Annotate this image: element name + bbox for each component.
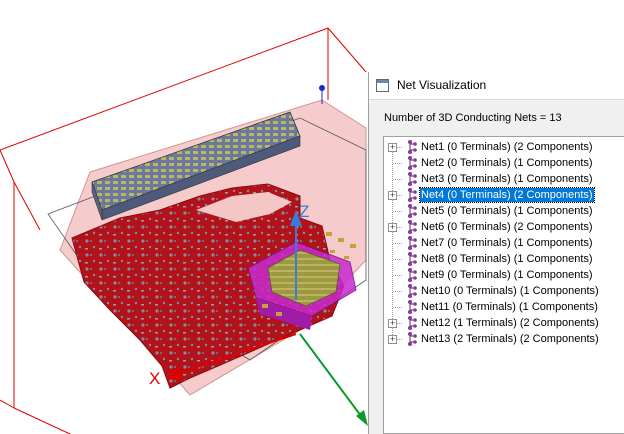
net-label: Net1 (0 Terminals) (2 Components) <box>421 141 593 153</box>
net-tree-icon <box>408 156 417 170</box>
net-tree-icon <box>408 252 417 266</box>
expand-icon[interactable]: + <box>388 143 397 152</box>
tree-item-net4[interactable]: + Net4 (0 Terminals) (2 Components) <box>384 187 624 203</box>
window-icon <box>376 79 389 92</box>
expand-icon[interactable]: + <box>388 223 397 232</box>
tree-item-net12[interactable]: + Net12 (1 Terminals) (2 Components) <box>384 315 624 331</box>
net-tree-icon <box>408 300 417 314</box>
tree-item-net6[interactable]: + Net6 (0 Terminals) (2 Components) <box>384 219 624 235</box>
x-axis-label: X <box>149 369 160 388</box>
z-axis-label: Z <box>299 202 309 221</box>
net-tree-icon <box>408 188 417 202</box>
net-tree-icon <box>408 220 417 234</box>
net-label: Net4 (0 Terminals) (2 Components) <box>419 187 595 203</box>
panel-titlebar[interactable]: Net Visualization <box>369 72 624 100</box>
net-label: Net6 (0 Terminals) (2 Components) <box>421 221 593 233</box>
tree-item-net10[interactable]: Net10 (0 Terminals) (1 Components) <box>384 283 624 299</box>
net-tree-icon <box>408 268 417 282</box>
bounding-box-front <box>0 149 71 434</box>
net-tree-icon <box>408 332 417 346</box>
net-tree-icon <box>408 140 417 154</box>
net-label: Net13 (2 Terminals) (2 Components) <box>421 333 599 345</box>
net-label: Net2 (0 Terminals) (1 Components) <box>421 157 593 169</box>
net-label: Net5 (0 Terminals) (1 Components) <box>421 205 593 217</box>
net-label: Net8 (0 Terminals) (1 Components) <box>421 253 593 265</box>
net-tree-icon <box>408 236 417 250</box>
expand-icon[interactable]: + <box>388 319 397 328</box>
expand-icon[interactable]: + <box>388 335 397 344</box>
net-count-label: Number of 3D Conducting Nets = 13 <box>384 112 562 124</box>
net-label: Net7 (0 Terminals) (1 Components) <box>421 237 593 249</box>
net-label: Net12 (1 Terminals) (2 Components) <box>421 317 599 329</box>
net-label: Net11 (0 Terminals) (1 Components) <box>421 301 598 313</box>
tree-item-net13[interactable]: + Net13 (2 Terminals) (2 Components) <box>384 331 624 347</box>
net-tree-icon <box>408 172 417 186</box>
tree-item-net2[interactable]: Net2 (0 Terminals) (1 Components) <box>384 155 624 171</box>
net-label: Net9 (0 Terminals) (1 Components) <box>421 269 593 281</box>
panel-title: Net Visualization <box>397 78 487 92</box>
tree-item-net5[interactable]: Net5 (0 Terminals) (1 Components) <box>384 203 624 219</box>
tree-item-net7[interactable]: Net7 (0 Terminals) (1 Components) <box>384 235 624 251</box>
tree-item-net9[interactable]: Net9 (0 Terminals) (1 Components) <box>384 267 624 283</box>
net-label: Net3 (0 Terminals) (1 Components) <box>421 173 593 185</box>
tree-item-net8[interactable]: Net8 (0 Terminals) (1 Components) <box>384 251 624 267</box>
net-tree-icon <box>408 284 417 298</box>
net-tree-icon <box>408 316 417 330</box>
expand-icon[interactable]: + <box>388 191 397 200</box>
net-tree[interactable]: + Net1 (0 Terminals) (2 Components) Net2 (… <box>383 136 624 434</box>
tree-item-net1[interactable]: + Net1 (0 Terminals) (2 Components) <box>384 139 624 155</box>
net-visualization-panel: Net Visualization Number of 3D Conductin… <box>368 72 624 434</box>
tree-item-net3[interactable]: Net3 (0 Terminals) (1 Components) <box>384 171 624 187</box>
net-tree-icon <box>408 204 417 218</box>
net-label: Net10 (0 Terminals) (1 Components) <box>421 285 599 297</box>
tree-item-net11[interactable]: Net11 (0 Terminals) (1 Components) <box>384 299 624 315</box>
